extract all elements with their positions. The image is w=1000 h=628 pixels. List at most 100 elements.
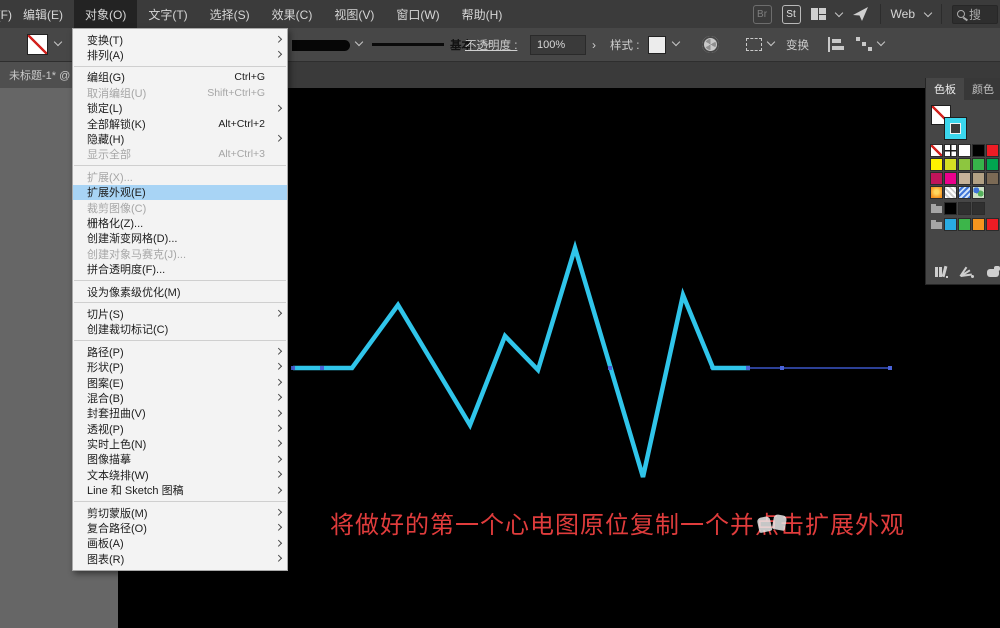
width-profile-chevron-icon[interactable] <box>355 38 363 46</box>
menu-effect[interactable]: 效果(C) <box>261 0 324 28</box>
ecg-path[interactable] <box>293 248 750 477</box>
color-swatch[interactable] <box>944 172 957 185</box>
registration-swatch[interactable] <box>944 144 957 157</box>
anchor-point[interactable] <box>780 366 784 370</box>
fill-none-swatch[interactable] <box>27 34 48 55</box>
color-swatch[interactable] <box>972 218 985 231</box>
align-chevron-icon[interactable] <box>877 38 885 46</box>
menu-item[interactable]: 剪切蒙版(M) <box>73 505 287 520</box>
color-swatch[interactable] <box>930 158 943 171</box>
color-swatch[interactable] <box>972 144 985 157</box>
none-swatch[interactable] <box>930 144 943 157</box>
anchor-point[interactable] <box>291 366 295 370</box>
menu-item[interactable]: 编组(G)Ctrl+G <box>73 70 287 85</box>
color-swatch[interactable] <box>944 202 957 215</box>
tab-swatches[interactable]: 色板 <box>926 78 964 100</box>
share-icon[interactable] <box>852 6 870 22</box>
menu-item[interactable]: 透视(P) <box>73 421 287 436</box>
color-swatch[interactable] <box>986 158 999 171</box>
menu-item[interactable]: 栅格化(Z)... <box>73 215 287 230</box>
anchor-point[interactable] <box>608 366 612 370</box>
menu-item[interactable]: 图案(E) <box>73 375 287 390</box>
new-color-group-icon[interactable] <box>987 266 1000 278</box>
menu-item[interactable]: 创建渐变网格(D)... <box>73 231 287 246</box>
arrange-documents-icon[interactable] <box>811 8 826 20</box>
distribute-icon[interactable] <box>856 37 872 52</box>
menu-item[interactable]: 创建裁切标记(C) <box>73 322 287 337</box>
search-input[interactable]: 搜 <box>952 5 998 24</box>
menu-item[interactable]: 设为像素级优化(M) <box>73 284 287 299</box>
swatch-kinds-icon[interactable] <box>961 266 975 278</box>
swatch-libraries-icon[interactable] <box>934 266 948 278</box>
align-icon[interactable] <box>828 37 844 52</box>
width-profile-preview[interactable] <box>292 40 350 51</box>
menu-item[interactable]: 形状(P) <box>73 359 287 374</box>
menu-item[interactable]: 路径(P) <box>73 344 287 359</box>
menu-item[interactable]: 实时上色(N) <box>73 436 287 451</box>
style-swatch[interactable] <box>648 36 666 54</box>
color-swatch[interactable] <box>972 158 985 171</box>
recolor-artwork-icon[interactable] <box>702 36 719 53</box>
stroke-proxy-cyan[interactable] <box>944 117 967 140</box>
menu-window[interactable]: 窗口(W) <box>385 0 450 28</box>
menu-item[interactable]: 拼合透明度(F)... <box>73 261 287 276</box>
menu-object[interactable]: 对象(O) <box>74 0 137 28</box>
menu-item[interactable]: 图像描摹 <box>73 452 287 467</box>
pattern-light-swatch[interactable] <box>944 186 957 199</box>
color-swatch[interactable] <box>986 144 999 157</box>
color-swatch[interactable] <box>958 172 971 185</box>
color-swatch[interactable] <box>944 218 957 231</box>
color-swatch[interactable] <box>958 144 971 157</box>
select-similar-chevron-icon[interactable] <box>767 38 775 46</box>
color-swatch[interactable] <box>986 172 999 185</box>
opacity-stepper[interactable]: › <box>592 28 596 62</box>
menu-item[interactable]: 排列(A) <box>73 47 287 62</box>
select-similar-icon[interactable] <box>746 38 762 51</box>
menu-file[interactable]: 文件(F) <box>0 0 12 28</box>
transform-link[interactable]: 变换 <box>786 28 809 62</box>
workspace-chevron-icon[interactable] <box>924 8 932 16</box>
tab-color[interactable]: 颜色 <box>964 78 1000 100</box>
menu-item[interactable]: 复合路径(O) <box>73 520 287 535</box>
pattern-camo-swatch[interactable] <box>972 186 985 199</box>
anchor-point[interactable] <box>746 366 750 370</box>
fill-chevron-icon[interactable] <box>54 38 62 46</box>
color-swatch[interactable] <box>972 172 985 185</box>
menu-select[interactable]: 选择(S) <box>199 0 261 28</box>
gradient-orange-swatch[interactable] <box>930 186 943 199</box>
menu-item[interactable]: 锁定(L) <box>73 101 287 116</box>
color-swatch[interactable] <box>986 218 999 231</box>
menu-edit[interactable]: 编辑(E) <box>12 0 74 28</box>
anchor-point[interactable] <box>888 366 892 370</box>
anchor-point[interactable] <box>320 366 324 370</box>
menu-help[interactable]: 帮助(H) <box>451 0 514 28</box>
menu-item[interactable]: Line 和 Sketch 图稿 <box>73 483 287 498</box>
menu-item[interactable]: 混合(B) <box>73 390 287 405</box>
workspace-switcher[interactable]: Web <box>891 7 915 21</box>
color-swatch[interactable] <box>944 158 957 171</box>
menu-item[interactable]: 画板(A) <box>73 536 287 551</box>
opacity-input[interactable]: 100% <box>530 35 586 55</box>
menu-item[interactable]: 封套扭曲(V) <box>73 406 287 421</box>
menu-view[interactable]: 视图(V) <box>323 0 385 28</box>
pattern-blue-swatch[interactable] <box>958 186 971 199</box>
opacity-label[interactable]: 不透明度 : <box>465 28 517 62</box>
color-swatch[interactable] <box>958 158 971 171</box>
bridge-icon[interactable]: Br <box>753 5 772 24</box>
stock-icon[interactable]: St <box>782 5 801 24</box>
style-chevron-icon[interactable] <box>672 38 680 46</box>
folder-swatch[interactable] <box>930 202 943 215</box>
menu-item[interactable]: 变换(T) <box>73 32 287 47</box>
menu-item[interactable]: 隐藏(H) <box>73 131 287 146</box>
folder-swatch[interactable] <box>930 218 943 231</box>
menu-item[interactable]: 全部解锁(K)Alt+Ctrl+2 <box>73 116 287 131</box>
menu-type[interactable]: 文字(T) <box>137 0 198 28</box>
color-swatch[interactable] <box>958 218 971 231</box>
color-swatch[interactable] <box>972 202 985 215</box>
menu-item[interactable]: 扩展外观(E) <box>73 185 287 200</box>
arrange-documents-chevron-icon[interactable] <box>834 8 842 16</box>
menu-item[interactable]: 文本绕排(W) <box>73 467 287 482</box>
color-swatch[interactable] <box>930 172 943 185</box>
menu-item[interactable]: 切片(S) <box>73 306 287 321</box>
color-swatch[interactable] <box>958 202 971 215</box>
